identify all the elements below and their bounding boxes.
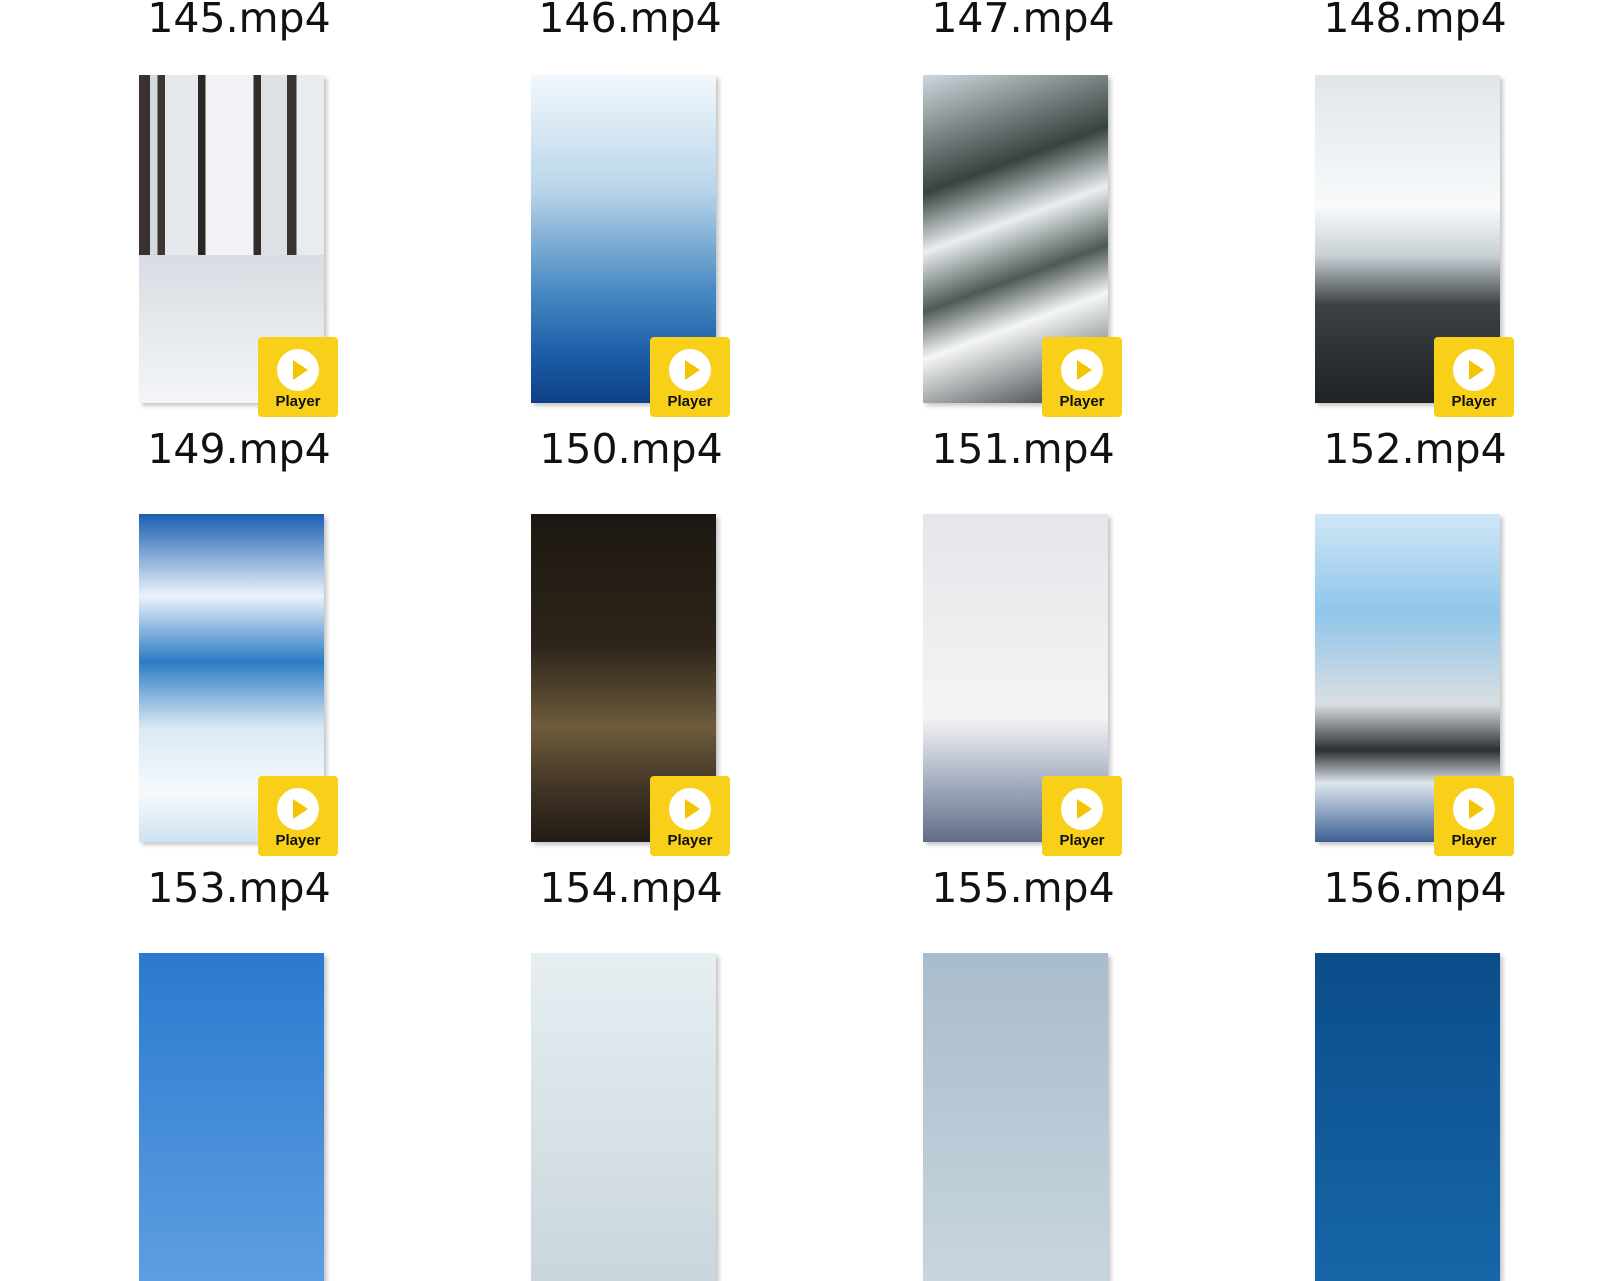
player-badge-label: Player xyxy=(667,393,713,410)
player-badge-label: Player xyxy=(1059,393,1105,410)
player-badge-label: Player xyxy=(1451,832,1497,849)
player-badge: Player xyxy=(258,776,338,856)
play-icon xyxy=(1453,349,1495,391)
play-icon xyxy=(1453,788,1495,830)
player-badge: Player xyxy=(1042,337,1122,417)
file-name: 156.mp4 xyxy=(1323,864,1507,912)
play-icon xyxy=(277,788,319,830)
player-badge-label: Player xyxy=(275,393,321,410)
file-name: 148.mp4 xyxy=(1323,0,1507,42)
play-icon xyxy=(669,349,711,391)
file-name: 152.mp4 xyxy=(1323,425,1507,473)
video-thumbnail xyxy=(1315,953,1500,1281)
player-badge: Player xyxy=(650,337,730,417)
player-badge-label: Player xyxy=(667,832,713,849)
play-icon xyxy=(1061,788,1103,830)
player-badge: Player xyxy=(1042,776,1122,856)
video-thumbnail xyxy=(531,953,716,1281)
play-icon xyxy=(669,788,711,830)
player-badge: Player xyxy=(258,337,338,417)
player-badge-label: Player xyxy=(1451,393,1497,410)
video-thumbnail xyxy=(139,953,324,1281)
player-badge: Player xyxy=(650,776,730,856)
player-badge: Player xyxy=(1434,776,1514,856)
play-icon xyxy=(1061,349,1103,391)
video-thumbnail xyxy=(923,953,1108,1281)
player-badge: Player xyxy=(1434,337,1514,417)
player-badge-label: Player xyxy=(1059,832,1105,849)
play-icon xyxy=(277,349,319,391)
player-badge-label: Player xyxy=(275,832,321,849)
